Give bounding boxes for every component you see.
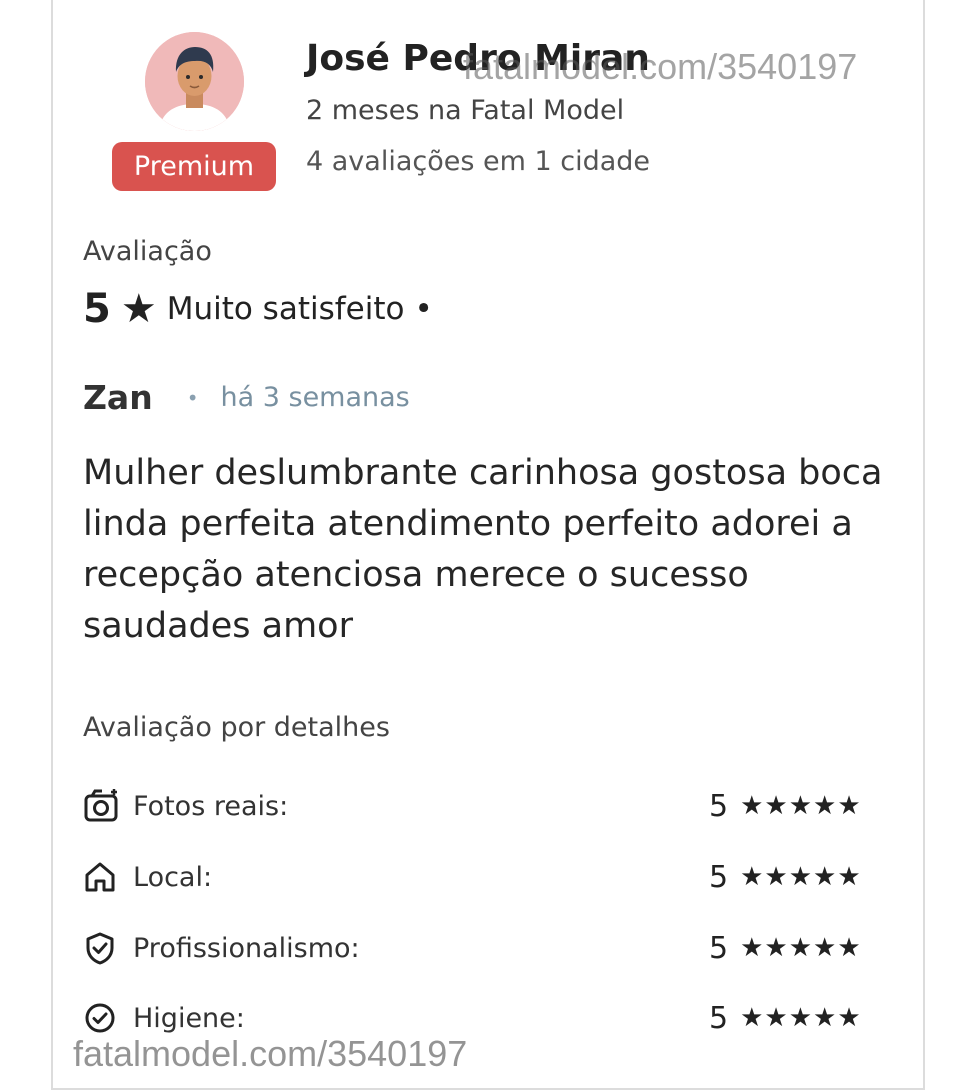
detail-score: 5 ★★★★★ — [709, 998, 862, 1038]
watermark-bottom: fatalmodel.com/3540197 — [73, 1033, 468, 1074]
overall-rating: 5 ★ Muito satisfeito • — [83, 284, 433, 334]
detail-label: Fotos reais: — [133, 790, 289, 822]
check-circle-icon — [83, 999, 121, 1037]
review-time: há 3 semanas — [220, 382, 410, 413]
rating-text: Muito satisfeito — [166, 291, 405, 327]
reviewer-separator: • — [186, 385, 199, 410]
detail-score: 5 ★★★★★ — [709, 786, 862, 826]
stars-icon: ★★★★★ — [740, 791, 862, 821]
detail-score-number: 5 — [709, 788, 729, 824]
detail-row-higiene: Higiene: 5 ★★★★★ — [83, 998, 898, 1038]
reviewer-name: Zan — [83, 378, 153, 417]
profile-tenure: 2 meses na Fatal Model — [306, 95, 625, 126]
detail-label: Local: — [133, 861, 213, 893]
avatar[interactable] — [145, 32, 244, 131]
detail-score-number: 5 — [709, 859, 729, 895]
shield-check-icon — [83, 929, 121, 967]
rating-label: Avaliação — [83, 236, 212, 267]
detail-score: 5 ★★★★★ — [709, 928, 862, 968]
reviewer-line: Zan • há 3 semanas — [83, 378, 410, 417]
detail-label: Higiene: — [133, 1002, 245, 1034]
stars-icon: ★★★★★ — [740, 933, 862, 963]
detail-score-number: 5 — [709, 930, 729, 966]
detail-row-profissionalismo: Profissionalismo: 5 ★★★★★ — [83, 928, 898, 968]
camera-icon — [83, 787, 121, 825]
detail-score: 5 ★★★★★ — [709, 857, 862, 897]
home-icon — [83, 858, 121, 896]
rating-score: 5 — [83, 286, 111, 332]
watermark-top: fatalmodel.com/3540197 — [463, 46, 858, 87]
premium-badge: Premium — [112, 142, 276, 191]
details-label: Avaliação por detalhes — [83, 712, 390, 743]
review-body: Mulher deslumbrante carinhosa gostosa bo… — [83, 453, 883, 646]
profile-reviews-summary: 4 avaliações em 1 cidade — [306, 146, 651, 177]
user-avatar-icon — [145, 32, 244, 131]
rating-dot: • — [414, 291, 433, 327]
detail-row-local: Local: 5 ★★★★★ — [83, 857, 898, 897]
detail-row-fotos-reais: Fotos reais: 5 ★★★★★ — [83, 786, 898, 826]
star-icon: ★ — [120, 286, 157, 332]
detail-label: Profissionalismo: — [133, 932, 360, 964]
stars-icon: ★★★★★ — [740, 862, 862, 892]
stars-icon: ★★★★★ — [740, 1003, 862, 1033]
detail-score-number: 5 — [709, 1000, 729, 1036]
